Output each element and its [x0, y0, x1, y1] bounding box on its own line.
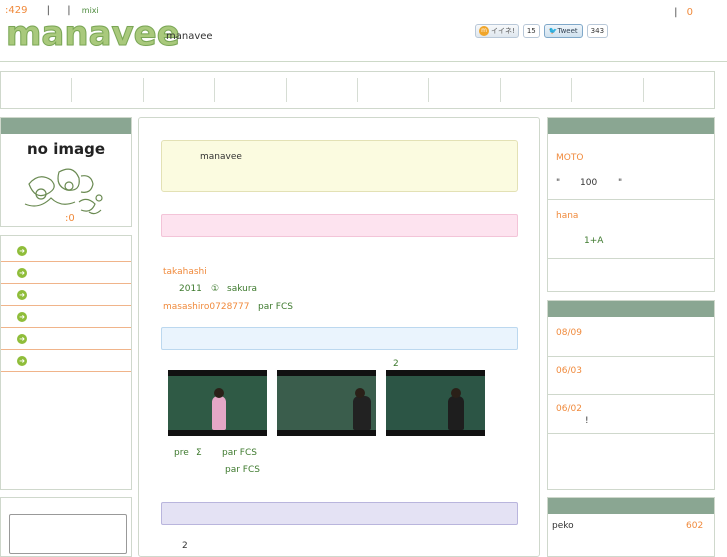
- lecturer-figure: [448, 396, 464, 430]
- activity-user[interactable]: sakura: [227, 284, 257, 294]
- arrow-right-icon: ➜: [17, 311, 27, 322]
- section-text: 2: [182, 541, 188, 551]
- tweet-button[interactable]: 🐦Tweet: [543, 24, 583, 38]
- divider: [548, 394, 714, 395]
- search-panel: [0, 497, 132, 557]
- lecturer-figure: [212, 396, 226, 430]
- activity-year: 2011: [179, 284, 202, 294]
- menu-item[interactable]: ➜: [1, 284, 131, 306]
- comment-user[interactable]: MOTO: [556, 153, 583, 163]
- main-navigation: [0, 71, 715, 109]
- arrow-right-icon: ➜: [17, 355, 27, 366]
- mixi-like-label: イイネ!: [491, 27, 515, 35]
- comment-user[interactable]: hana: [556, 211, 578, 221]
- profile-count: :0: [65, 213, 75, 224]
- menu-item[interactable]: ➜: [1, 350, 131, 372]
- mixi-icon: m: [479, 26, 489, 36]
- news-date[interactable]: 06/02: [556, 404, 582, 414]
- social-buttons: m イイネ! 15 🐦Tweet 343: [475, 24, 609, 38]
- like-count: 15: [522, 24, 540, 38]
- section-header-pink: [161, 214, 518, 237]
- video-text: pre: [174, 448, 189, 458]
- divider: [548, 433, 714, 434]
- arrow-right-icon: ➜: [17, 289, 27, 300]
- comment-quote: ": [556, 178, 561, 188]
- profile-panel: no image :0: [0, 117, 132, 227]
- nav-tab[interactable]: [358, 78, 430, 102]
- section-header-blue: [161, 327, 518, 350]
- menu-item[interactable]: ➜: [1, 240, 131, 262]
- comments-panel: MOTO " 100 " hana 1+A: [547, 117, 715, 292]
- lecturer-head: [214, 388, 224, 398]
- nav-tab[interactable]: [644, 78, 714, 102]
- site-name: manavee: [166, 31, 213, 42]
- notice-text: manavee: [200, 152, 242, 162]
- divider: [548, 356, 714, 357]
- section-header-lavender: [161, 502, 518, 525]
- nav-tab[interactable]: [572, 78, 644, 102]
- video-thumbnail[interactable]: [168, 370, 267, 436]
- news-date[interactable]: 06/03: [556, 366, 582, 376]
- nav-tab[interactable]: [72, 78, 144, 102]
- lecturer-figure: [353, 396, 371, 430]
- no-image-placeholder: no image: [19, 140, 115, 222]
- panel-header: [548, 301, 714, 317]
- nav-tab[interactable]: [1, 78, 73, 102]
- nav-tab[interactable]: [501, 78, 573, 102]
- lecturer-head: [451, 388, 461, 398]
- main-content: manavee takahashi 2011 ① sakura masashir…: [138, 117, 540, 557]
- video-caption: 2: [393, 359, 399, 369]
- arrow-right-icon: ➜: [17, 333, 27, 344]
- ranking-panel: peko 602: [547, 497, 715, 557]
- arrow-right-icon: ➜: [17, 267, 27, 278]
- separator: |: [674, 7, 678, 18]
- video-text: par FCS: [222, 448, 257, 458]
- news-panel: 08/09 06/03 06/02 !: [547, 300, 715, 490]
- activity-symbol: ①: [211, 284, 220, 294]
- nav-tab[interactable]: [215, 78, 287, 102]
- tweet-label: Tweet: [557, 27, 578, 35]
- video-text: par FCS: [225, 465, 260, 475]
- nav-tab[interactable]: [144, 78, 216, 102]
- notification-count[interactable]: 0: [687, 7, 693, 18]
- menu-item[interactable]: ➜: [1, 328, 131, 350]
- mixi-like-button[interactable]: m イイネ!: [475, 24, 519, 38]
- arrow-right-icon: ➜: [17, 245, 27, 256]
- activity-user[interactable]: takahashi: [163, 267, 207, 277]
- video-text: Σ: [196, 448, 202, 458]
- news-text: !: [585, 416, 589, 426]
- nav-tab[interactable]: [429, 78, 501, 102]
- notice-box: manavee: [161, 140, 518, 192]
- divider: [548, 258, 714, 259]
- site-logo[interactable]: manavee: [6, 14, 181, 55]
- panel-header: [1, 118, 131, 134]
- lecturer-head: [355, 388, 365, 398]
- menu-item[interactable]: ➜: [1, 262, 131, 284]
- comment-quote: ": [618, 178, 623, 188]
- top-right-links: | 0: [674, 7, 693, 18]
- news-date[interactable]: 08/09: [556, 328, 582, 338]
- ranking-count: 602: [686, 521, 704, 531]
- chalkboard: [386, 376, 485, 430]
- nav-tab[interactable]: [287, 78, 359, 102]
- panel-header: [548, 118, 714, 134]
- comment-text: 1+A: [584, 236, 604, 246]
- divider: [548, 199, 714, 200]
- panel-header: [548, 498, 714, 514]
- tweet-count: 343: [586, 24, 609, 38]
- site-header: :429 | | mixi | 0 manavee manavee m イイネ!…: [0, 0, 727, 62]
- video-thumbnail[interactable]: [277, 370, 376, 436]
- video-thumbnail[interactable]: [386, 370, 485, 436]
- side-menu: ➜ ➜ ➜ ➜ ➜ ➜: [0, 235, 132, 490]
- activity-text: par FCS: [258, 302, 293, 312]
- activity-user[interactable]: masashiro0728777: [163, 302, 249, 312]
- comment-text: 100: [580, 178, 598, 188]
- menu-item[interactable]: ➜: [1, 306, 131, 328]
- text-box[interactable]: [9, 514, 127, 554]
- ranking-user[interactable]: peko: [552, 521, 574, 531]
